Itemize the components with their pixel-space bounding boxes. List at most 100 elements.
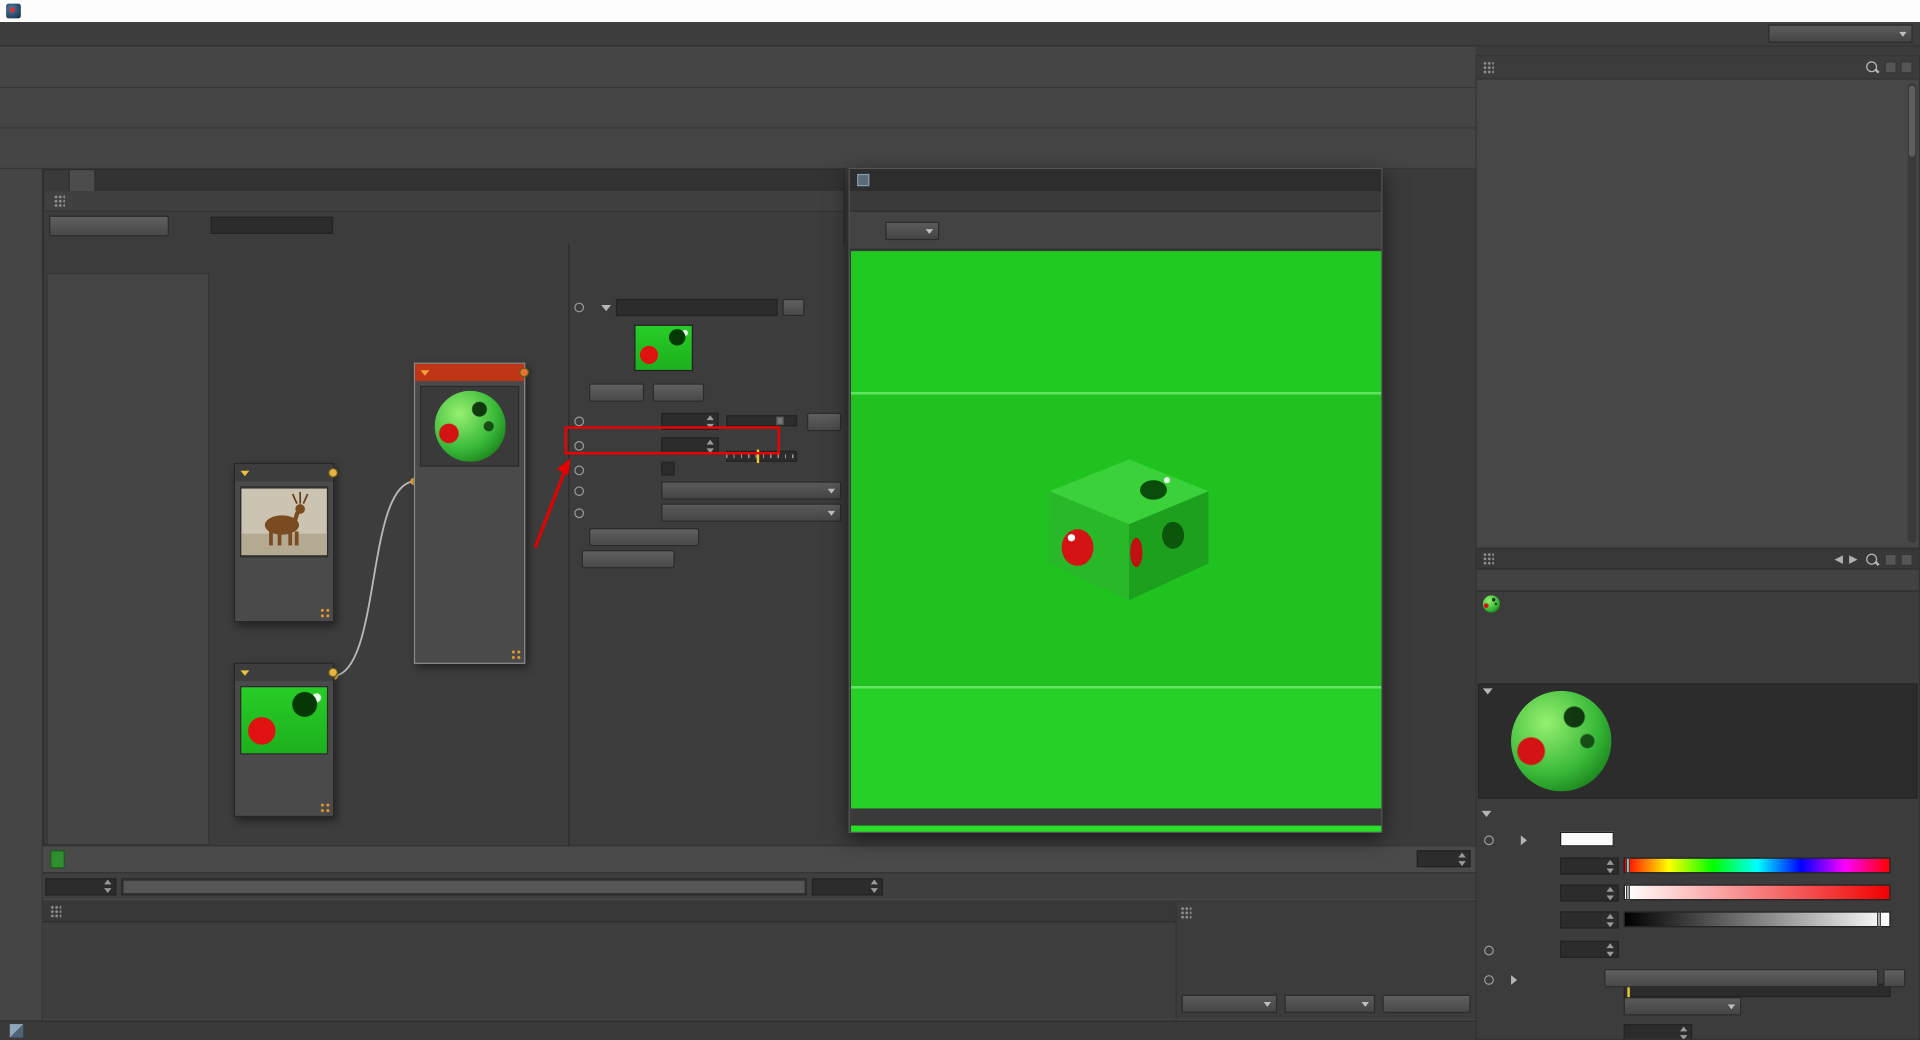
collapse-icon[interactable]	[240, 670, 249, 676]
border-mode-select[interactable]	[661, 481, 841, 499]
material-preview-area[interactable]	[1478, 684, 1918, 799]
interface-select[interactable]	[1768, 24, 1912, 42]
search-input[interactable]	[211, 217, 333, 234]
panel-drag-handle[interactable]	[1483, 552, 1494, 565]
collapse-icon[interactable]	[420, 370, 429, 376]
edit-button[interactable]	[653, 383, 704, 401]
render-view[interactable]	[851, 251, 1381, 808]
current-frame-field[interactable]	[1417, 850, 1471, 867]
toolbar-modeling	[0, 88, 1476, 128]
value-bar[interactable]	[1624, 911, 1891, 927]
reload-button[interactable]	[589, 383, 644, 401]
node-octdiffuse[interactable]	[414, 363, 525, 664]
output-port[interactable]	[328, 668, 338, 678]
panel-drag-handle[interactable]	[50, 905, 61, 918]
channel-select[interactable]	[885, 221, 939, 239]
node-imagetexture-header[interactable]	[235, 664, 333, 681]
panel-drag-handle[interactable]	[54, 194, 65, 207]
output-port[interactable]	[519, 367, 529, 377]
resize-grip[interactable]	[320, 608, 331, 619]
filter-icon[interactable]	[1900, 61, 1912, 73]
timeline-ruler[interactable]	[43, 845, 1476, 872]
object-manager-scrollbar[interactable]	[1908, 83, 1917, 542]
size-mode-select[interactable]	[1284, 995, 1375, 1013]
texture-thumbnail[interactable]	[634, 325, 693, 372]
octane-live-viewer	[849, 168, 1383, 833]
node-imagetexture-header[interactable]	[235, 464, 333, 481]
attribute-manager: ◀ ▶	[1476, 549, 1920, 1040]
sampling-select[interactable]	[1624, 997, 1742, 1015]
search-icon[interactable]	[1865, 552, 1880, 567]
lock-icon[interactable]	[1884, 553, 1896, 565]
maximize-button[interactable]	[1843, 0, 1879, 22]
range-start-field[interactable]	[45, 878, 116, 895]
history-back-icon[interactable]: ◀	[1834, 552, 1842, 565]
status-bar	[0, 1020, 1476, 1040]
hue-input[interactable]	[1560, 857, 1619, 874]
hue-bar[interactable]	[1624, 857, 1891, 873]
saturation-input[interactable]	[1560, 884, 1619, 901]
texture-shader-button[interactable]	[1604, 969, 1878, 987]
float-input[interactable]	[1560, 941, 1619, 958]
range-end-field[interactable]	[812, 878, 883, 895]
projection-button[interactable]	[582, 550, 675, 568]
live-viewer-icon	[857, 174, 869, 186]
status-icon	[10, 1024, 23, 1037]
tab-view[interactable]	[44, 170, 70, 191]
coordinate-mode-select[interactable]	[1182, 995, 1278, 1013]
output-port[interactable]	[328, 468, 338, 478]
close-button[interactable]	[1878, 0, 1914, 22]
preview-options-icon[interactable]	[1483, 688, 1493, 694]
invert-checkbox[interactable]	[661, 462, 674, 475]
node-imagetexture-deer[interactable]	[234, 463, 334, 622]
node-imagetexture-green[interactable]	[234, 663, 334, 817]
apply-button[interactable]	[1382, 995, 1470, 1013]
get-active-mat-button[interactable]	[49, 215, 169, 236]
panel-drag-handle[interactable]	[1180, 906, 1191, 919]
anim-dot[interactable]	[574, 303, 584, 313]
section-collapse-icon[interactable]	[1482, 810, 1492, 816]
tab-octane-node-editor[interactable]	[70, 170, 96, 191]
color-swatch[interactable]	[1560, 832, 1614, 847]
octane-node-editor	[43, 169, 845, 845]
menubar	[0, 22, 1920, 46]
toolbar-octane	[0, 129, 1476, 169]
file-browse-button[interactable]	[782, 299, 804, 316]
file-path-field[interactable]	[616, 299, 778, 316]
value-input[interactable]	[1560, 911, 1619, 928]
settings-icon[interactable]	[1900, 553, 1912, 565]
power-slider[interactable]	[726, 415, 797, 426]
texture-expand-icon[interactable]	[1511, 975, 1517, 985]
timeline-controls	[43, 872, 1476, 899]
green-texture-preview	[240, 686, 328, 755]
shader-attributes-panel	[568, 244, 845, 847]
history-forward-icon[interactable]: ▶	[1849, 552, 1857, 565]
minimize-button[interactable]	[1807, 0, 1843, 22]
panel-drag-handle[interactable]	[1483, 61, 1494, 74]
type-select[interactable]	[661, 503, 841, 521]
node-octdiffuse-header[interactable]	[415, 364, 524, 381]
collapse-icon[interactable]	[240, 470, 249, 476]
live-viewer-titlebar[interactable]	[850, 169, 1381, 191]
material-icon	[1483, 595, 1500, 612]
file-menu-icon[interactable]	[601, 304, 611, 310]
texture-browse-button[interactable]	[1883, 969, 1905, 987]
uv-transform-button[interactable]	[589, 528, 699, 546]
range-scrollbar[interactable]	[121, 878, 807, 895]
toolbar-main	[0, 47, 1476, 89]
power-input[interactable]	[661, 413, 719, 430]
saturation-bar[interactable]	[1624, 884, 1891, 900]
material-manager	[43, 900, 1176, 1019]
resize-grip[interactable]	[320, 802, 331, 813]
gamma-input[interactable]	[661, 437, 719, 454]
blur-offset-input[interactable]	[1624, 1024, 1693, 1040]
resize-grip[interactable]	[511, 649, 522, 660]
color-expand-icon[interactable]	[1521, 835, 1527, 845]
node-graph[interactable]	[209, 239, 568, 847]
search-icon[interactable]	[1865, 60, 1880, 75]
node-type-list	[47, 273, 210, 845]
tex-button[interactable]	[807, 413, 841, 431]
maxon-branding	[6, 900, 19, 906]
current-frame-marker[interactable]	[50, 850, 65, 868]
lock-icon[interactable]	[1884, 61, 1896, 73]
